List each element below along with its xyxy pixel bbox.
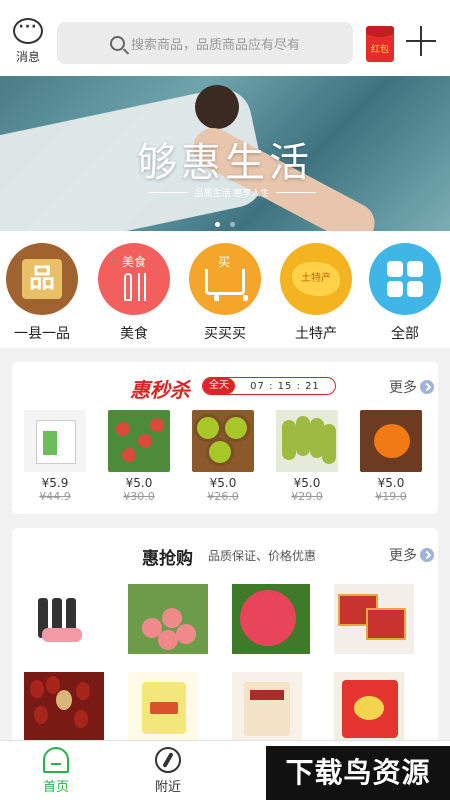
grid-icon: [369, 243, 441, 315]
home-icon: [43, 747, 69, 773]
category-specialty[interactable]: 土特产 土特产: [279, 243, 353, 343]
category-all[interactable]: 全部: [368, 243, 442, 343]
search-icon: [109, 35, 125, 51]
carousel-dot[interactable]: [229, 222, 235, 227]
chevron-right-icon: [420, 380, 434, 394]
category-label: 全部: [391, 326, 419, 342]
countdown-timer: 全天 07 : 15 : 21: [202, 377, 336, 395]
product-image: [192, 410, 254, 472]
flash-item[interactable]: ¥5.0 ¥29.0: [276, 410, 338, 503]
sale-price: ¥5.0: [377, 476, 405, 490]
category-yixianyipin[interactable]: 品 一县一品: [5, 243, 79, 343]
product-image[interactable]: [24, 672, 104, 742]
flash-sale-more-link[interactable]: 更多: [389, 377, 434, 397]
category-label: 一县一品: [14, 326, 70, 342]
more-label: 更多: [389, 380, 417, 396]
group-buy-card: 惠抢购 品质保证、价格优惠 更多: [12, 528, 438, 748]
top-header: 消息 搜索商品，品质商品应有尽有 红包: [0, 0, 450, 76]
red-packet-label: 红包: [370, 45, 389, 55]
category-buy[interactable]: 买买买: [188, 243, 262, 343]
product-image: [24, 410, 86, 472]
product-image[interactable]: [24, 584, 94, 654]
carousel-dot[interactable]: [215, 222, 221, 227]
message-label: 消息: [15, 50, 40, 64]
food-icon: 美食: [98, 243, 170, 315]
product-image: [360, 410, 422, 472]
plus-icon[interactable]: [404, 24, 438, 58]
compass-icon: [155, 747, 181, 773]
group-buy-more-link[interactable]: 更多: [389, 545, 434, 565]
message-icon: [13, 18, 43, 44]
original-price: ¥30.0: [123, 490, 155, 503]
product-image[interactable]: [334, 584, 414, 654]
tab-label: 首页: [42, 780, 69, 795]
flash-item[interactable]: ¥5.0 ¥19.0: [360, 410, 422, 503]
sale-price: ¥5.0: [209, 476, 237, 490]
shopping-cart-icon: [189, 243, 261, 315]
timer-value: 07 : 15 : 21: [250, 380, 320, 392]
promo-banner[interactable]: 够惠生活 品质生活 惠享人生: [0, 76, 450, 231]
search-input[interactable]: 搜索商品，品质商品应有尽有: [57, 22, 353, 64]
flash-item[interactable]: ¥5.0 ¥30.0: [108, 410, 170, 503]
chevron-right-icon: [420, 548, 434, 562]
original-price: ¥19.0: [375, 490, 407, 503]
red-packet-button[interactable]: 红包: [366, 26, 394, 62]
tab-label: 附近: [154, 780, 181, 795]
product-image: [108, 410, 170, 472]
original-price: ¥44.9: [39, 490, 71, 503]
category-row: 品 一县一品 美食 美食 买买买 土特产 土特产 全部: [0, 231, 450, 348]
product-image[interactable]: [128, 672, 198, 742]
product-image[interactable]: [232, 584, 310, 654]
flash-item[interactable]: ¥5.9 ¥44.9: [24, 410, 86, 503]
sale-price: ¥5.0: [293, 476, 321, 490]
product-icon: 品: [6, 243, 78, 315]
tab-nearby[interactable]: 附近: [138, 747, 198, 795]
banner-title: 够惠生活: [137, 140, 313, 186]
message-button[interactable]: 消息: [10, 18, 46, 65]
sale-price: ¥5.9: [41, 476, 69, 490]
original-price: ¥29.0: [291, 490, 323, 503]
product-image: [276, 410, 338, 472]
category-food[interactable]: 美食 美食: [97, 243, 171, 343]
timer-tag: 全天: [203, 378, 235, 394]
group-buy-title: 惠抢购: [142, 549, 193, 569]
banner-subtitle: 品质生活 惠享人生: [148, 186, 316, 199]
sale-price: ¥5.0: [125, 476, 153, 490]
product-image[interactable]: [128, 584, 208, 654]
flash-sale-title: 惠秒杀: [130, 378, 190, 402]
flash-item[interactable]: ¥5.0 ¥26.0: [192, 410, 254, 503]
flash-sale-card: 惠秒杀 全天 07 : 15 : 21 更多 ¥5.9 ¥44.9 ¥5.0 ¥…: [12, 362, 438, 514]
product-image[interactable]: [232, 672, 302, 742]
tab-home[interactable]: 首页: [26, 747, 86, 795]
category-label: 美食: [120, 326, 148, 342]
more-label: 更多: [389, 548, 417, 564]
group-buy-subtitle: 品质保证、价格优惠: [208, 549, 317, 563]
product-image[interactable]: [334, 672, 404, 742]
carousel-dots: [0, 212, 450, 231]
category-label: 买买买: [204, 326, 246, 342]
search-placeholder: 搜索商品，品质商品应有尽有: [130, 37, 300, 53]
original-price: ¥26.0: [207, 490, 239, 503]
category-label: 土特产: [295, 326, 337, 342]
watermark: 下载鸟资源: [266, 746, 450, 800]
map-icon: 土特产: [280, 243, 352, 315]
